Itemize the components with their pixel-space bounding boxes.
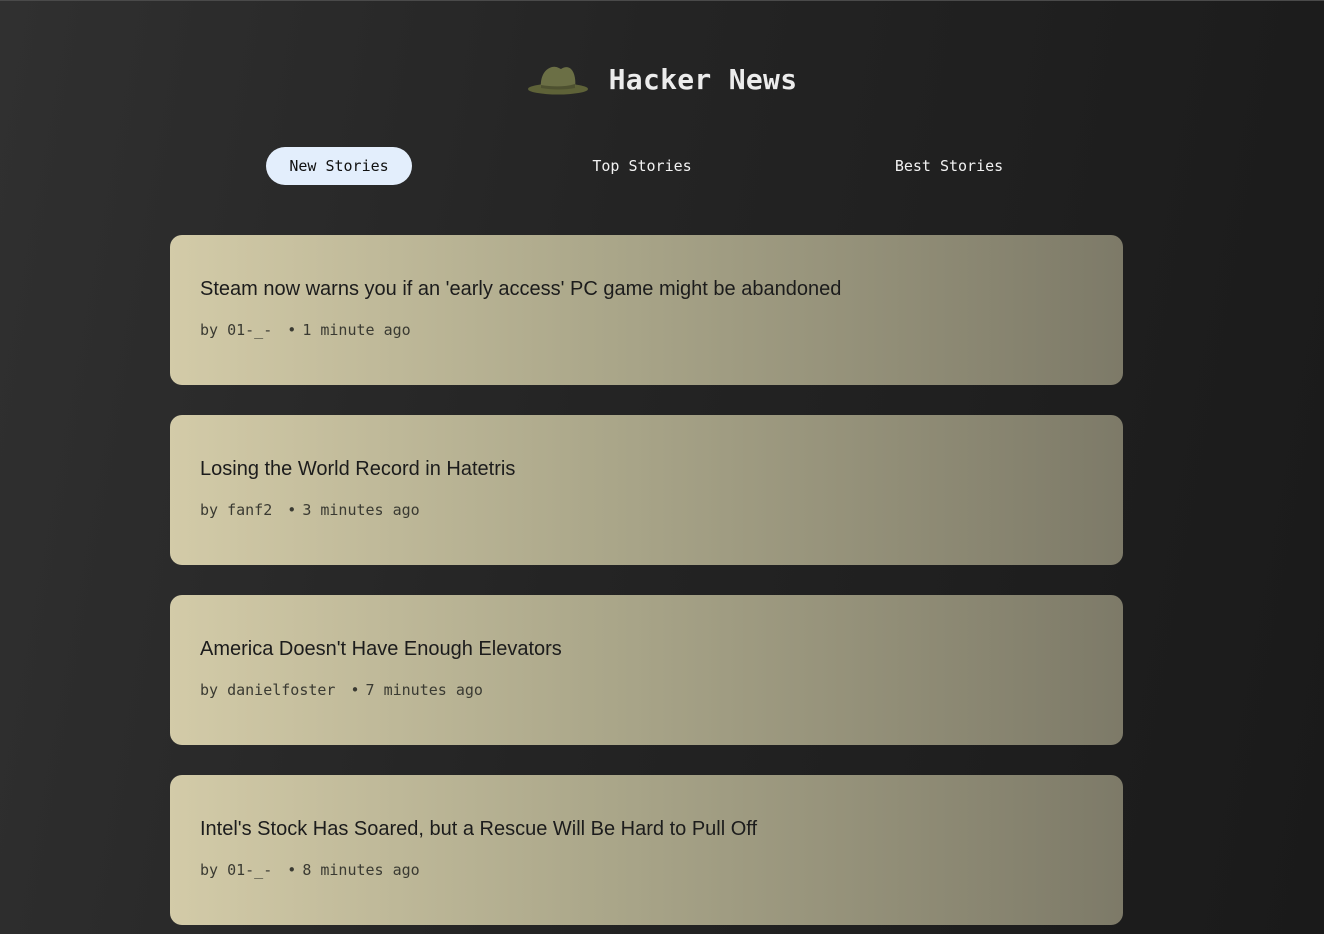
story-card[interactable]: Intel's Stock Has Soared, but a Rescue W… <box>170 775 1123 925</box>
story-meta: by fanf2 • 3 minutes ago <box>200 501 420 519</box>
story-card[interactable]: America Doesn't Have Enough Elevators by… <box>170 595 1123 745</box>
story-time: 1 minute ago <box>302 321 411 339</box>
story-meta: by 01-_- • 8 minutes ago <box>200 861 420 879</box>
story-meta: by danielfoster • 7 minutes ago <box>200 681 483 699</box>
tab-top-stories[interactable]: Top Stories <box>572 147 712 185</box>
story-time: 8 minutes ago <box>302 861 420 879</box>
story-title[interactable]: Intel's Stock Has Soared, but a Rescue W… <box>200 818 757 841</box>
story-by-label: by <box>200 861 219 879</box>
story-title[interactable]: Losing the World Record in Hatetris <box>200 458 515 481</box>
story-by-label: by <box>200 321 219 339</box>
story-title[interactable]: Steam now warns you if an 'early access'… <box>200 278 841 301</box>
tab-best-stories[interactable]: Best Stories <box>872 147 1026 185</box>
meta-separator: • <box>287 501 297 519</box>
story-time: 7 minutes ago <box>365 681 483 699</box>
site-header: Hacker News <box>0 58 1324 100</box>
story-title[interactable]: America Doesn't Have Enough Elevators <box>200 638 562 661</box>
story-author[interactable]: 01-_- <box>227 321 272 339</box>
story-by-label: by <box>200 501 219 519</box>
story-tabs: New Stories Top Stories Best Stories <box>0 147 1324 185</box>
story-author[interactable]: 01-_- <box>227 861 272 879</box>
story-by-label: by <box>200 681 219 699</box>
meta-separator: • <box>287 321 297 339</box>
meta-separator: • <box>350 681 360 699</box>
tab-new-stories[interactable]: New Stories <box>266 147 412 185</box>
meta-separator: • <box>287 861 297 879</box>
story-card[interactable]: Steam now warns you if an 'early access'… <box>170 235 1123 385</box>
site-title[interactable]: Hacker News <box>609 63 798 96</box>
hat-icon[interactable] <box>527 61 591 97</box>
story-time: 3 minutes ago <box>302 501 420 519</box>
story-author[interactable]: fanf2 <box>227 501 272 519</box>
story-meta: by 01-_- • 1 minute ago <box>200 321 411 339</box>
story-author[interactable]: danielfoster <box>227 681 335 699</box>
story-card[interactable]: Losing the World Record in Hatetris by f… <box>170 415 1123 565</box>
